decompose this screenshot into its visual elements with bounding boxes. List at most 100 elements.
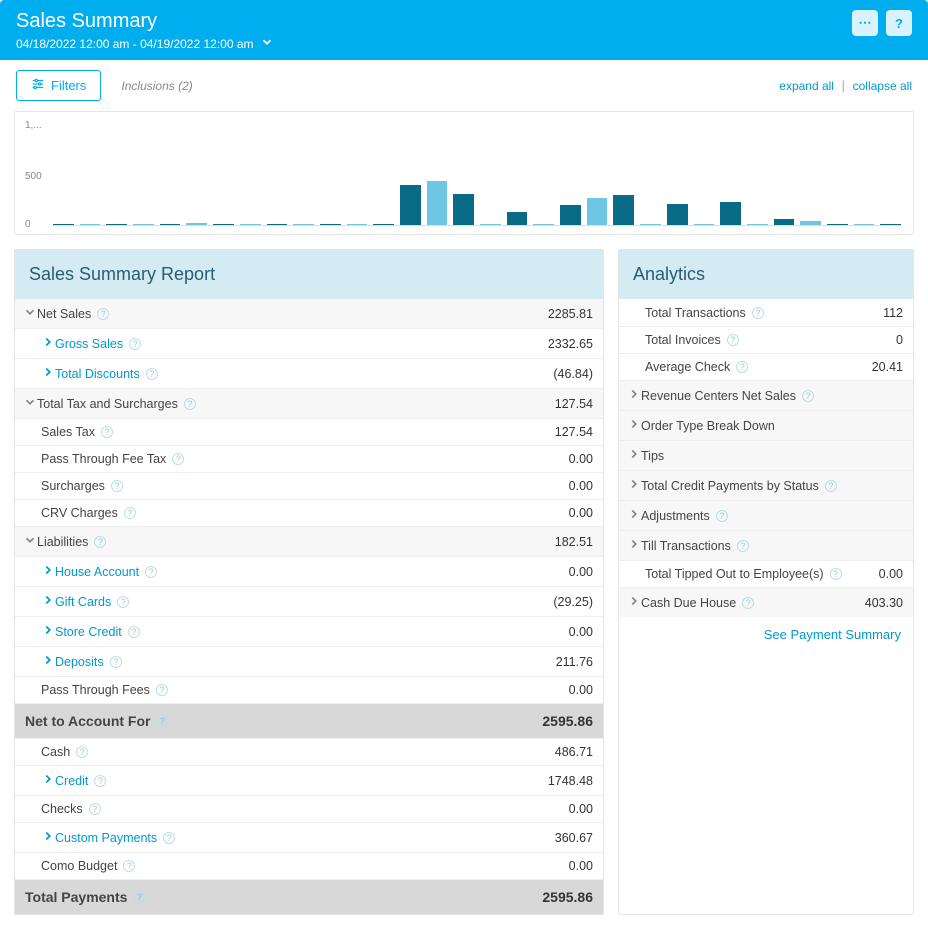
chart-bar[interactable]	[320, 224, 341, 225]
see-payment-summary-link[interactable]: See Payment Summary	[764, 627, 901, 642]
chart-bar[interactable]	[80, 224, 101, 225]
chart-bar[interactable]	[347, 224, 368, 225]
more-menu-button[interactable]: ⋯	[852, 10, 878, 36]
row-value: 0.00	[569, 802, 593, 816]
help-tooltip-icon[interactable]: ?	[97, 308, 109, 320]
report-row[interactable]: Order Type Break Down	[619, 410, 913, 440]
help-tooltip-icon[interactable]: ?	[129, 338, 141, 350]
inclusions-label[interactable]: Inclusions (2)	[121, 79, 192, 93]
chart-bar[interactable]	[106, 224, 127, 225]
report-row[interactable]: Total Credit Payments by Status?	[619, 470, 913, 500]
help-tooltip-icon[interactable]: ?	[89, 803, 101, 815]
help-tooltip-icon[interactable]: ?	[716, 510, 728, 522]
help-tooltip-icon[interactable]: ?	[742, 597, 754, 609]
chart-bar[interactable]	[560, 205, 581, 225]
chart-bar[interactable]	[213, 224, 234, 225]
help-tooltip-icon[interactable]: ?	[111, 480, 123, 492]
chart-bar[interactable]	[507, 212, 528, 225]
report-row[interactable]: Gross Sales?2332.65	[15, 328, 603, 358]
chart-bar[interactable]	[160, 224, 181, 225]
report-row[interactable]: Gift Cards?(29.25)	[15, 586, 603, 616]
help-tooltip-icon[interactable]: ?	[146, 368, 158, 380]
chart-bar[interactable]	[613, 195, 634, 225]
chart-bar[interactable]	[720, 202, 741, 225]
row-value: (46.84)	[553, 367, 593, 381]
report-row[interactable]: Total Tax and Surcharges?127.54	[15, 388, 603, 418]
report-row[interactable]: Till Transactions?	[619, 530, 913, 560]
chart-bar[interactable]	[400, 185, 421, 225]
chart-bar[interactable]	[587, 198, 608, 225]
row-label: Adjustments	[641, 509, 710, 523]
row-value: 0.00	[569, 565, 593, 579]
help-tooltip-icon[interactable]: ?	[101, 426, 113, 438]
help-tooltip-icon[interactable]: ?	[736, 361, 748, 373]
chart-bar[interactable]	[694, 224, 715, 225]
chart-bar[interactable]	[747, 224, 768, 225]
chart-bar[interactable]	[453, 194, 474, 225]
chart-bar[interactable]	[827, 224, 848, 225]
chart-bar[interactable]	[854, 224, 875, 225]
report-row[interactable]: Net Sales?2285.81	[15, 299, 603, 328]
chart-bar[interactable]	[240, 224, 261, 225]
report-row[interactable]: Store Credit?0.00	[15, 616, 603, 646]
report-row[interactable]: Cash Due House?403.30	[619, 587, 913, 617]
chart-bar[interactable]	[880, 224, 901, 225]
chart-bar[interactable]	[427, 181, 448, 225]
chart-bar[interactable]	[640, 224, 661, 225]
filters-button[interactable]: Filters	[16, 70, 101, 101]
help-tooltip-icon[interactable]: ?	[156, 715, 168, 727]
help-tooltip-icon[interactable]: ?	[94, 536, 106, 548]
chart-bar[interactable]	[800, 221, 821, 225]
help-tooltip-icon[interactable]: ?	[825, 480, 837, 492]
help-tooltip-icon[interactable]: ?	[727, 334, 739, 346]
help-button[interactable]: ?	[886, 10, 912, 36]
help-tooltip-icon[interactable]: ?	[802, 390, 814, 402]
help-tooltip-icon[interactable]: ?	[76, 746, 88, 758]
chart-bar[interactable]	[667, 204, 688, 225]
help-tooltip-icon[interactable]: ?	[145, 566, 157, 578]
chart-bar[interactable]	[373, 224, 394, 225]
help-tooltip-icon[interactable]: ?	[752, 307, 764, 319]
report-row[interactable]: Revenue Centers Net Sales?	[619, 380, 913, 410]
help-tooltip-icon[interactable]: ?	[117, 596, 129, 608]
expand-all-link[interactable]: expand all	[779, 79, 834, 93]
report-row[interactable]: Adjustments?	[619, 500, 913, 530]
report-row[interactable]: Credit?1748.48	[15, 765, 603, 795]
help-tooltip-icon[interactable]: ?	[156, 684, 168, 696]
report-row: Sales Tax?127.54	[15, 418, 603, 445]
help-tooltip-icon[interactable]: ?	[128, 626, 140, 638]
chart-bar[interactable]	[186, 223, 207, 225]
help-tooltip-icon[interactable]: ?	[94, 775, 106, 787]
help-tooltip-icon[interactable]: ?	[163, 832, 175, 844]
report-row[interactable]: Total Discounts?(46.84)	[15, 358, 603, 388]
report-row: Pass Through Fee Tax?0.00	[15, 445, 603, 472]
chart-bar[interactable]	[533, 224, 554, 225]
report-row[interactable]: Custom Payments?360.67	[15, 822, 603, 852]
row-label: Revenue Centers Net Sales	[641, 389, 796, 403]
help-tooltip-icon[interactable]: ?	[172, 453, 184, 465]
date-range-selector[interactable]: 04/18/2022 12:00 am - 04/19/2022 12:00 a…	[16, 35, 274, 52]
help-tooltip-icon[interactable]: ?	[124, 507, 136, 519]
row-label: Total Payments	[25, 889, 127, 905]
chart-bar[interactable]	[293, 224, 314, 226]
collapse-all-link[interactable]: collapse all	[853, 79, 912, 93]
chevron-right-icon	[41, 653, 51, 670]
help-tooltip-icon[interactable]: ?	[123, 860, 135, 872]
report-row[interactable]: House Account?0.00	[15, 556, 603, 586]
report-row[interactable]: Deposits?211.76	[15, 646, 603, 676]
chart-bar[interactable]	[53, 224, 74, 225]
chart-bar[interactable]	[480, 224, 501, 225]
help-tooltip-icon[interactable]: ?	[110, 656, 122, 668]
report-row[interactable]: Tips	[619, 440, 913, 470]
help-tooltip-icon[interactable]: ?	[133, 891, 145, 903]
help-tooltip-icon[interactable]: ?	[184, 398, 196, 410]
report-row[interactable]: Liabilities?182.51	[15, 526, 603, 556]
row-label: Total Tax and Surcharges	[37, 397, 178, 411]
chart-bar[interactable]	[267, 224, 288, 225]
help-tooltip-icon[interactable]: ?	[830, 568, 842, 580]
chart-bar[interactable]	[774, 219, 795, 225]
help-tooltip-icon[interactable]: ?	[737, 540, 749, 552]
chevron-right-icon	[627, 387, 637, 404]
chevron-right-icon	[627, 477, 637, 494]
chart-bar[interactable]	[133, 224, 154, 225]
